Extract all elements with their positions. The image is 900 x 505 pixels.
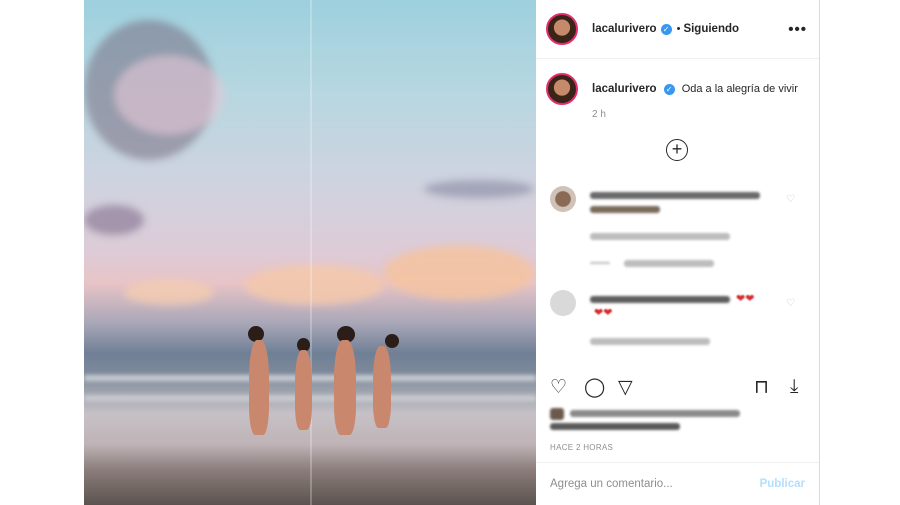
comment-item: ❤❤ ❤❤ ♡ <box>550 290 810 350</box>
verified-icon: ✓ <box>663 83 675 95</box>
following-button[interactable]: Siguiendo <box>683 23 739 35</box>
cloud <box>424 180 534 198</box>
heart-emoji: ❤❤ <box>736 293 755 305</box>
post-header: lacalurivero ✓ • Siguiendo ••• <box>536 0 819 59</box>
cloud <box>124 280 214 305</box>
replies-divider <box>590 262 610 264</box>
liker-avatar <box>550 408 564 420</box>
cloud <box>384 245 534 300</box>
comment-icon[interactable]: ◯ <box>584 376 605 399</box>
post-photo[interactable] <box>84 0 536 505</box>
comment-like-icon[interactable]: ♡ <box>786 298 795 309</box>
blurred-comment-text <box>590 192 760 199</box>
person <box>295 350 312 430</box>
blurred-view-replies[interactable] <box>624 260 714 267</box>
download-icon[interactable]: ⤓ <box>790 376 798 398</box>
cloud <box>114 55 224 135</box>
heart-icon[interactable]: ♡ <box>550 376 567 399</box>
load-more-comments-icon[interactable]: + <box>666 139 688 161</box>
post-panel: lacalurivero ✓ • Siguiendo ••• lacaluriv… <box>536 0 820 505</box>
comment-avatar[interactable] <box>550 290 576 316</box>
avatar[interactable] <box>546 13 578 45</box>
blurred-comment-text <box>590 296 730 303</box>
caption-time[interactable]: 2 h <box>592 109 798 120</box>
blurred-comment-meta <box>590 338 710 345</box>
add-comment-bar: Publicar <box>536 462 819 505</box>
person <box>373 346 391 428</box>
heart-emoji: ❤❤ <box>594 307 613 319</box>
comment-item: ♡ <box>550 186 810 276</box>
cloud <box>244 265 384 305</box>
person <box>249 340 269 435</box>
caption-username[interactable]: lacalurivero <box>592 83 657 95</box>
more-options-icon[interactable]: ••• <box>788 21 807 38</box>
blurred-likes-text <box>570 410 740 417</box>
blurred-comment-text <box>590 206 660 213</box>
post-username[interactable]: lacalurivero <box>592 23 657 35</box>
comment-avatar[interactable] <box>550 186 576 212</box>
comment-like-icon[interactable]: ♡ <box>786 194 795 205</box>
bookmark-icon[interactable]: ⊓ <box>754 376 769 399</box>
person-head <box>385 334 399 348</box>
publish-button[interactable]: Publicar <box>760 478 805 490</box>
verified-icon: ✓ <box>660 23 672 35</box>
avatar[interactable] <box>546 73 578 105</box>
cloud <box>84 205 144 235</box>
comment-input[interactable] <box>550 478 760 490</box>
blurred-comment-meta <box>590 233 730 240</box>
share-icon[interactable]: ▽ <box>618 376 633 399</box>
person <box>334 340 356 435</box>
blurred-likes-count <box>550 423 680 430</box>
caption: lacalurivero ✓ Oda a la alegría de vivir… <box>536 59 819 120</box>
caption-text: Oda a la alegría de vivir <box>681 83 798 95</box>
photo-fold <box>310 0 312 505</box>
separator-dot: • <box>676 23 681 35</box>
post-timestamp[interactable]: HACE 2 HORAS <box>550 443 613 452</box>
action-bar: ♡ ◯ ▽ ⊓ ⤓ <box>536 376 819 400</box>
